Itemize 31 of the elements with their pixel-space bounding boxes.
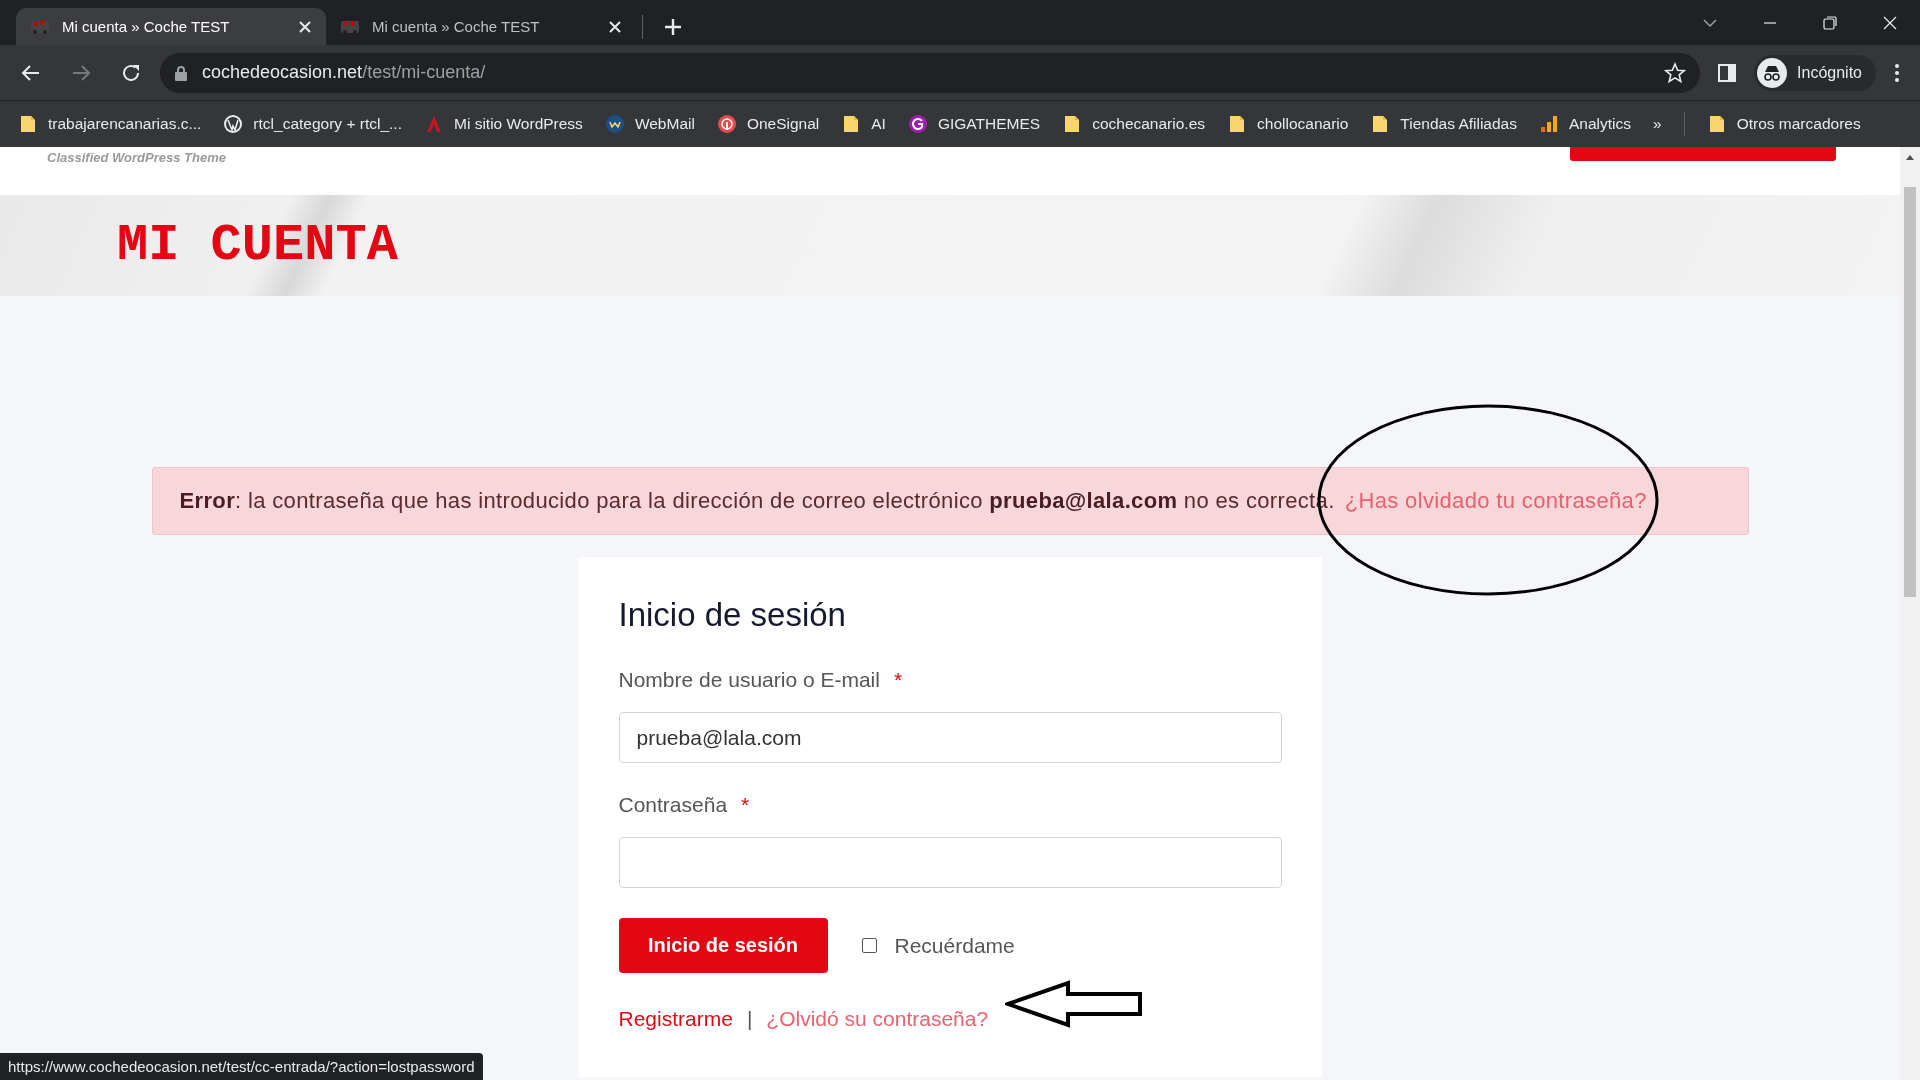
bookmark[interactable]: Mi sitio WordPress <box>423 114 583 134</box>
status-url: https://www.cochedeocasion.net/test/cc-entrada/?action=lostpassword <box>0 1053 483 1080</box>
browser-tab[interactable]: Mi cuenta » Coche TEST <box>326 8 636 45</box>
browser-tab[interactable]: Mi cuenta » Coche TEST <box>16 8 326 45</box>
url-text: cochedeocasion.net/test/mi-cuenta/ <box>202 62 486 83</box>
bookmark[interactable]: OneSignal <box>716 114 820 134</box>
bookmark[interactable]: chollocanario <box>1227 114 1349 134</box>
form-title: Inicio de sesión <box>618 596 847 634</box>
bookmark[interactable]: rtcl_category + rtcl_... <box>223 114 402 134</box>
input-field[interactable]: prueba@lala.com <box>618 712 1282 763</box>
bookmark[interactable]: cochecanario.es <box>1062 114 1205 134</box>
bookmark[interactable]: WebMail <box>604 114 695 134</box>
separator: | <box>746 1007 753 1031</box>
required-mark: * <box>741 793 750 817</box>
bookmark[interactable]: Otros marcadores <box>1706 114 1861 134</box>
tagline: Classified WordPress Theme <box>47 150 226 165</box>
register-link[interactable]: Registrarme <box>618 1007 733 1031</box>
checkbox-label: Recuérdame <box>894 933 1015 958</box>
required-mark: * <box>893 668 903 692</box>
field-label: Nombre de usuario o E-mail <box>618 668 880 692</box>
address-bar[interactable]: cochedeocasion.net/test/mi-cuenta/ <box>160 52 1701 93</box>
bookmark[interactable]: Tiendas Afiliadas <box>1370 114 1517 134</box>
bookmark[interactable]: AI <box>841 114 886 134</box>
bookmark[interactable]: GIGATHEMES <box>907 114 1041 134</box>
more-bookmarks-button[interactable]: » <box>1653 115 1662 133</box>
page-title: MI CUENTA <box>117 216 398 275</box>
profile-button[interactable]: Incógnito <box>1754 54 1876 91</box>
bookmark[interactable]: trabajarencanarias.c... <box>18 114 202 134</box>
login-button[interactable]: Inicio de sesión <box>618 918 828 973</box>
field-label: Contraseña <box>618 793 728 817</box>
bookmark[interactable]: Analytics <box>1538 114 1631 134</box>
